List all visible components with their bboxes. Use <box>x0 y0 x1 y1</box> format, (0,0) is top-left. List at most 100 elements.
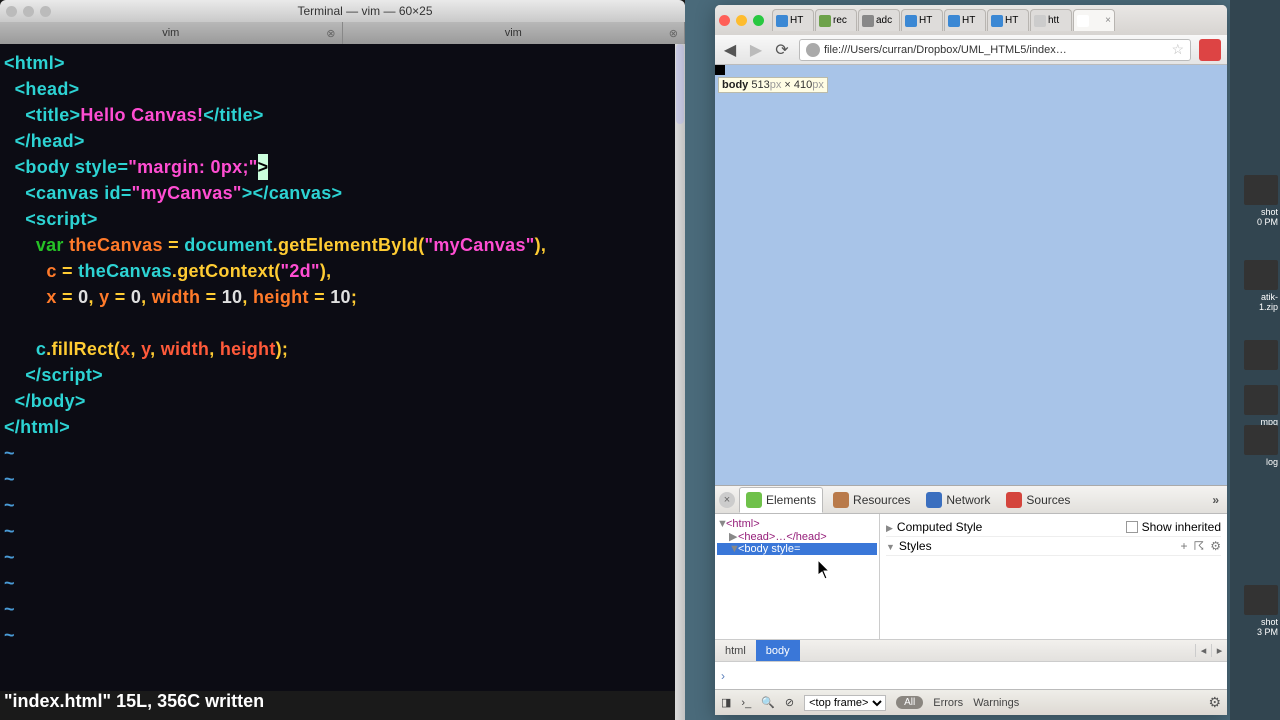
browser-tab[interactable]: adc <box>858 9 900 31</box>
vim-editor[interactable]: <html> <head> <title>Hello Canvas!</titl… <box>0 44 685 691</box>
browser-tab[interactable]: HT <box>901 9 943 31</box>
address-bar[interactable]: file:///Users/curran/Dropbox/UML_HTML5/i… <box>799 39 1191 61</box>
crumb-next-icon[interactable]: ▸ <box>1211 644 1227 657</box>
tab-elements[interactable]: Elements <box>739 487 823 513</box>
desktop-file[interactable]: atik-1.zip <box>1244 260 1278 312</box>
tab-label: HT <box>790 15 803 26</box>
crumb-body[interactable]: body <box>756 640 800 661</box>
filter-errors[interactable]: Errors <box>933 697 963 709</box>
crumb-html[interactable]: html <box>715 640 756 661</box>
browser-tab[interactable]: HT <box>772 9 814 31</box>
file-icon <box>1244 585 1278 615</box>
toggle-state-icon[interactable]: ☈ <box>1193 539 1204 553</box>
page-viewport[interactable]: body 513px × 410px <box>715 65 1227 485</box>
tab-label: HT <box>1005 15 1018 26</box>
desktop-file[interactable]: mpg <box>1244 385 1278 427</box>
terminal-tabbar: vim ⊗ vim ⊗ <box>0 22 685 44</box>
favicon <box>1034 15 1046 27</box>
browser-tab[interactable]: rec <box>815 9 857 31</box>
minimize-icon[interactable] <box>23 6 34 17</box>
desktop-file[interactable]: shot0 PM <box>1244 175 1278 227</box>
terminal-tab[interactable]: vim ⊗ <box>0 22 343 44</box>
dom-row-body[interactable]: ▼<body style= <box>717 543 877 555</box>
reload-button[interactable]: ⟳ <box>773 41 791 59</box>
devtools-console[interactable]: › <box>715 661 1227 689</box>
close-icon[interactable]: ⊗ <box>669 27 678 40</box>
favicon <box>1077 15 1089 27</box>
close-icon[interactable] <box>719 15 730 26</box>
bookmark-icon[interactable]: ☆ <box>1171 41 1184 58</box>
resources-icon <box>833 492 849 508</box>
desktop-right-edge: shot0 PM atik-1.zip mpglog shot3 PM <box>1230 0 1280 720</box>
url-text: file:///Users/curran/Dropbox/UML_HTML5/i… <box>824 44 1167 56</box>
scroll-thumb[interactable] <box>676 44 684 124</box>
tooltip-tag: body <box>722 79 748 91</box>
close-icon[interactable]: ⊗ <box>326 27 335 40</box>
tab-resources[interactable]: Resources <box>827 488 916 512</box>
console-input[interactable] <box>731 669 1221 683</box>
favicon <box>862 15 874 27</box>
devtools-close-icon[interactable]: × <box>719 492 735 508</box>
devtools-styles[interactable]: ▶Computed Style Show inherited ▼Styles +… <box>880 514 1227 639</box>
devtools-dom-tree[interactable]: ▼<html> ▶<head>…</head> ▼<body style= <box>715 514 880 639</box>
show-inherited-checkbox[interactable] <box>1126 521 1138 533</box>
filter-all[interactable]: All <box>896 696 923 709</box>
terminal-scrollbar[interactable] <box>675 44 685 720</box>
tab-label: adc <box>876 15 892 26</box>
browser-tab[interactable]: HT <box>944 9 986 31</box>
desktop-file[interactable]: log <box>1244 425 1278 467</box>
extension-button[interactable] <box>1199 39 1221 61</box>
sources-icon <box>1006 492 1022 508</box>
desktop-file[interactable] <box>1244 340 1278 372</box>
file-icon <box>1244 260 1278 290</box>
vim-statusline: "index.html" 15L, 356C written <box>0 691 685 720</box>
dock-icon[interactable]: ◨ <box>721 696 731 709</box>
gear-icon[interactable]: ⚙ <box>1210 539 1221 553</box>
console-toggle-icon[interactable]: ›_ <box>741 697 751 709</box>
favicon <box>991 15 1003 27</box>
clear-icon[interactable]: ⊘ <box>785 696 794 709</box>
computed-style-row[interactable]: ▶Computed Style Show inherited <box>886 518 1221 537</box>
terminal-titlebar[interactable]: Terminal — vim — 60×25 <box>0 0 685 22</box>
file-icon <box>1244 385 1278 415</box>
minimize-icon[interactable] <box>736 15 747 26</box>
globe-icon <box>806 43 820 57</box>
devtools-overflow-icon[interactable]: » <box>1208 493 1223 507</box>
console-prompt-icon: › <box>721 669 725 683</box>
traffic-lights[interactable] <box>719 15 764 26</box>
devtools-breadcrumbs: html body ◂ ▸ <box>715 639 1227 661</box>
terminal-tab[interactable]: vim ⊗ <box>343 22 686 44</box>
tab-sources[interactable]: Sources <box>1000 488 1076 512</box>
tab-network[interactable]: Network <box>920 488 996 512</box>
terminal-title: Terminal — vim — 60×25 <box>51 4 679 18</box>
forward-button[interactable]: ▶ <box>747 41 765 59</box>
crumb-prev-icon[interactable]: ◂ <box>1195 644 1211 657</box>
tab-label: HT <box>962 15 975 26</box>
search-icon[interactable]: 🔍 <box>761 696 775 709</box>
tab-label: vim <box>162 27 179 39</box>
close-icon[interactable] <box>6 6 17 17</box>
gear-icon[interactable]: ⚙ <box>1208 694 1221 711</box>
styles-row[interactable]: ▼Styles + ☈ ⚙ <box>886 537 1221 556</box>
traffic-lights[interactable] <box>6 6 51 17</box>
browser-tab[interactable]: htt <box>1030 9 1072 31</box>
favicon <box>819 15 831 27</box>
favicon <box>948 15 960 27</box>
back-button[interactable]: ◀ <box>721 41 739 59</box>
favicon <box>776 15 788 27</box>
devtools-tabbar: × Elements Resources Network Sources » <box>715 486 1227 514</box>
frame-select[interactable]: <top frame> <box>804 695 886 711</box>
browser-tab[interactable]: × <box>1073 9 1115 31</box>
browser-tab[interactable]: HT <box>987 9 1029 31</box>
desktop-file[interactable]: shot3 PM <box>1244 585 1278 637</box>
close-icon[interactable]: × <box>1105 15 1111 26</box>
zoom-icon[interactable] <box>40 6 51 17</box>
canvas-rect <box>715 65 725 75</box>
chrome-tabstrip: HT rec adc HT HT HT htt × <box>715 5 1227 35</box>
element-tooltip: body 513px × 410px <box>718 77 828 93</box>
new-rule-icon[interactable]: + <box>1180 539 1187 553</box>
zoom-icon[interactable] <box>753 15 764 26</box>
tooltip-h: 410 <box>794 79 812 91</box>
filter-warnings[interactable]: Warnings <box>973 697 1019 709</box>
tooltip-w: 513 <box>751 79 769 91</box>
